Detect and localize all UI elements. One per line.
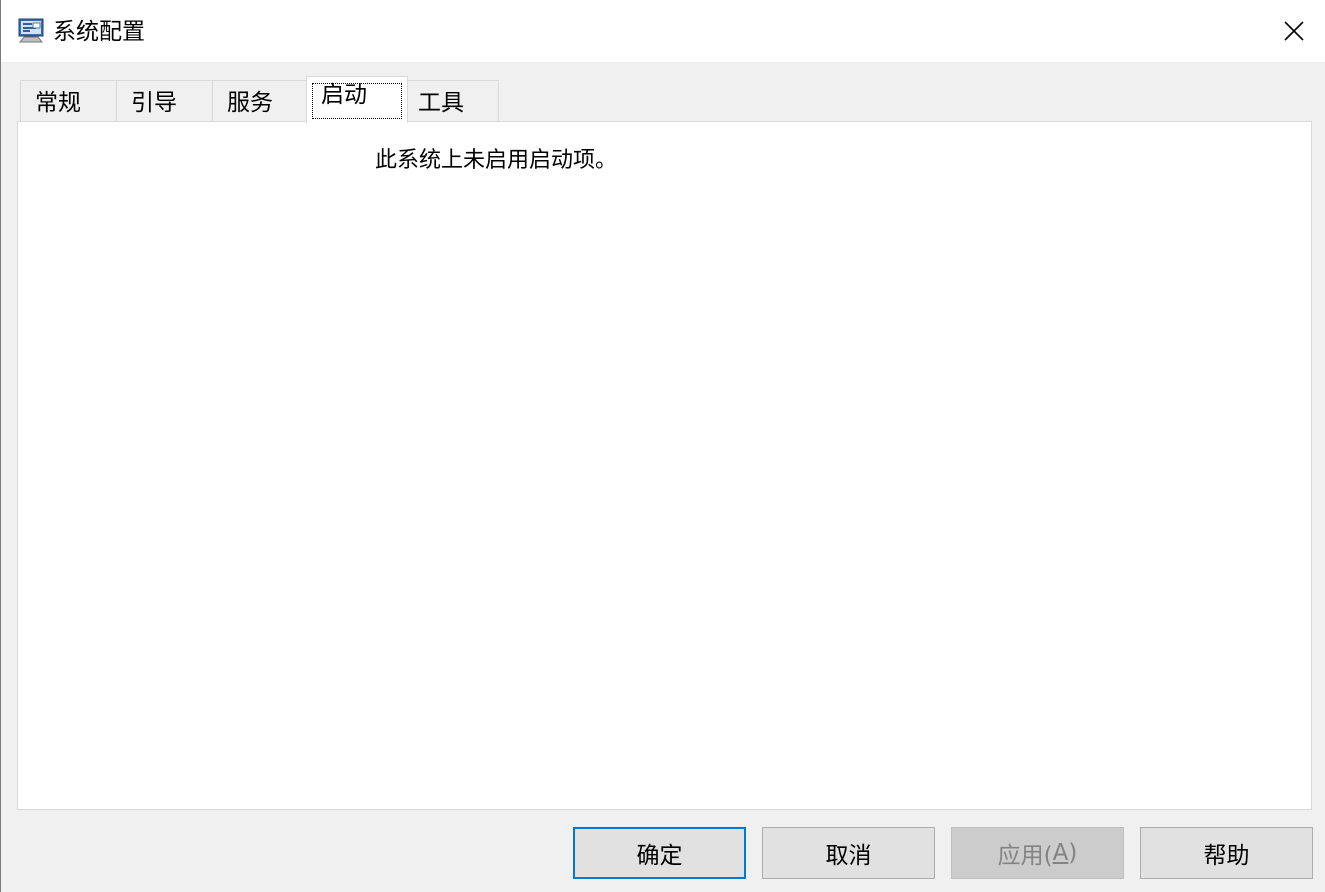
- close-icon: [1284, 21, 1304, 41]
- window-title: 系统配置: [53, 19, 145, 45]
- startup-panel: 此系统上未启用启动项。: [17, 121, 1312, 810]
- tab-label: 引导: [131, 90, 177, 116]
- tab-services[interactable]: 服务: [212, 80, 307, 121]
- close-button[interactable]: [1262, 0, 1325, 62]
- title-bar: 系统配置: [1, 0, 1325, 62]
- tab-label: 工具: [418, 90, 464, 116]
- apply-button[interactable]: 应用(A): [951, 827, 1124, 879]
- tab-boot[interactable]: 引导: [116, 80, 213, 121]
- tab-tools[interactable]: 工具: [407, 80, 499, 121]
- apply-label-prefix: 应用(: [997, 843, 1053, 869]
- msconfig-icon: [18, 17, 46, 45]
- apply-accelerator: A: [1052, 840, 1069, 866]
- startup-message: 此系统上未启用启动项。: [375, 148, 618, 173]
- help-button[interactable]: 帮助: [1140, 827, 1313, 879]
- system-config-dialog: 系统配置 常规 引导 服务 启动 工具 此系统上未启用启动项。 确定 取消 应用…: [0, 0, 1325, 892]
- apply-label-suffix: ): [1068, 840, 1078, 866]
- tab-general[interactable]: 常规: [20, 80, 117, 121]
- tab-startup[interactable]: 启动: [306, 76, 408, 123]
- cancel-button[interactable]: 取消: [762, 827, 935, 879]
- ok-button[interactable]: 确定: [573, 827, 746, 879]
- tab-label: 常规: [35, 90, 81, 116]
- tab-label: 服务: [227, 90, 273, 116]
- tab-label: 启动: [321, 82, 367, 108]
